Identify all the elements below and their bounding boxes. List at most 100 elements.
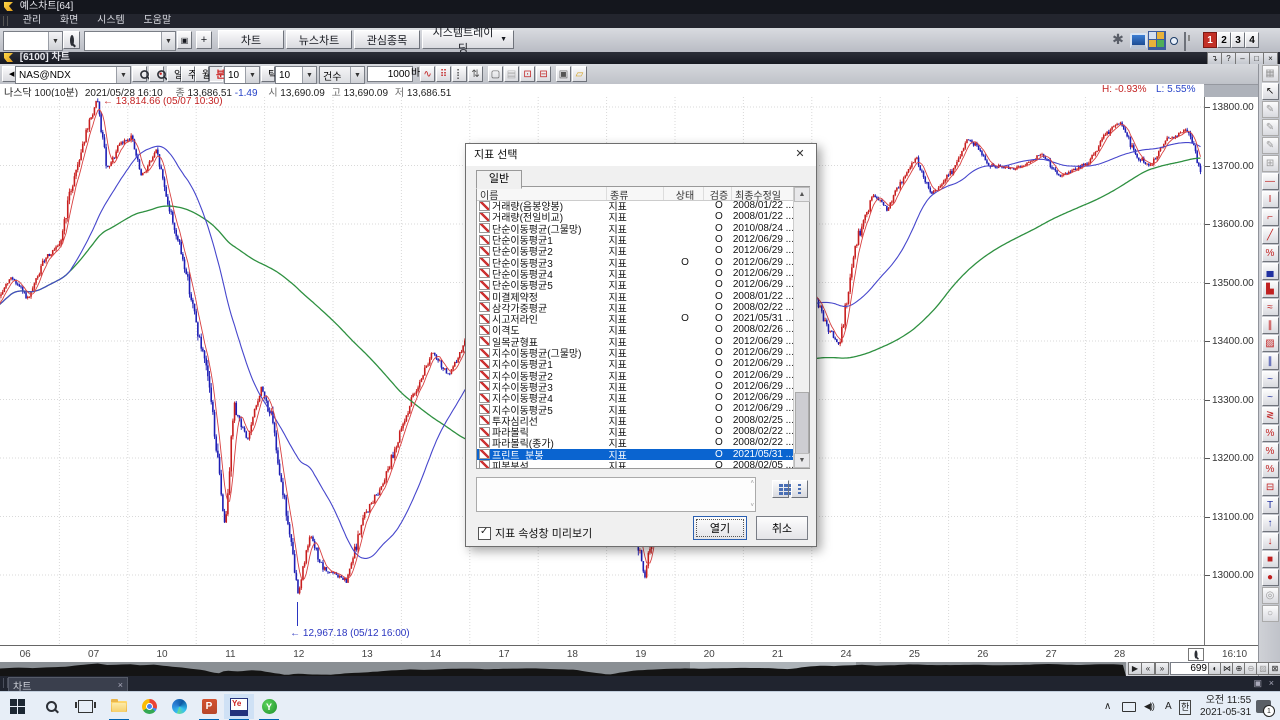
- chevron-down-icon[interactable]: ▼: [245, 67, 259, 83]
- chevron-down-icon[interactable]: ▼: [302, 67, 316, 83]
- info-tool-icon[interactable]: ○: [1262, 605, 1279, 622]
- period-tick-button[interactable]: 틱: [261, 66, 275, 82]
- reset-zoom-icon[interactable]: ⊠: [1268, 662, 1280, 675]
- step-line-tool-icon[interactable]: ⌐: [1262, 209, 1279, 226]
- printer-icon[interactable]: [1184, 32, 1186, 51]
- close-panel-icon[interactable]: ×: [1269, 678, 1274, 688]
- ellipse-tool-icon[interactable]: ●: [1262, 569, 1279, 586]
- ime-latin[interactable]: A: [1165, 692, 1172, 720]
- symbol-code-combo[interactable]: ▼: [3, 31, 63, 51]
- fibo3-tool-icon[interactable]: %: [1262, 461, 1279, 478]
- chevron-down-icon[interactable]: ▼: [116, 67, 130, 83]
- start-button[interactable]: [2, 694, 32, 719]
- bar-count-input[interactable]: [367, 66, 413, 82]
- arrow-down-tool-icon[interactable]: ↓: [1262, 533, 1279, 550]
- settings-gear-icon[interactable]: ✱: [1110, 31, 1126, 48]
- period-month-button[interactable]: 월: [195, 66, 209, 82]
- symbol-search-button[interactable]: [132, 66, 147, 82]
- menu-system[interactable]: 시스템: [89, 14, 133, 28]
- scrollbar-thumb[interactable]: [795, 392, 809, 456]
- stock-name-combo[interactable]: ▼: [84, 31, 176, 51]
- dialog-titlebar[interactable]: 지표 선택: [466, 144, 816, 166]
- column-type[interactable]: 종류: [607, 187, 664, 200]
- workspace-1-button[interactable]: 1: [1203, 32, 1217, 48]
- notification-button[interactable]: 1: [1256, 692, 1271, 720]
- curve-tool-icon[interactable]: ~: [1262, 371, 1279, 388]
- horizontal-line-tool-icon[interactable]: —: [1262, 173, 1279, 190]
- task-view-button[interactable]: [70, 694, 100, 719]
- fibo2-tool-icon[interactable]: %: [1262, 443, 1279, 460]
- yeschart-button[interactable]: Ye: [224, 694, 254, 719]
- tray-chevron[interactable]: ∧: [1104, 692, 1111, 720]
- cancel-button[interactable]: 취소: [756, 516, 808, 540]
- time-axis[interactable]: 16:10 0607101112131417181920212425262728: [0, 645, 1258, 663]
- indicator-row[interactable]: 피봇분석지표O2008/02/05 ...: [477, 460, 794, 468]
- dialog-tab-general[interactable]: 일반: [476, 170, 522, 189]
- desc-scroll-down-icon[interactable]: ˅: [750, 503, 754, 509]
- workspace-3-button[interactable]: 3: [1231, 32, 1245, 48]
- add-window-button[interactable]: +: [196, 31, 212, 49]
- chevron-down-icon[interactable]: ▼: [48, 32, 62, 50]
- volume-icon[interactable]: ◀)): [1144, 692, 1154, 720]
- scroll-down-icon[interactable]: ▼: [794, 453, 810, 468]
- chart-minimap[interactable]: ▶ « » ◐ ⋈ ⊕ ⊖ ▨ ⊠: [0, 662, 1258, 676]
- circle-tool-icon[interactable]: ◎: [1262, 587, 1279, 604]
- grid-tool-icon[interactable]: ▨: [1262, 335, 1279, 352]
- edge-button[interactable]: [164, 694, 194, 719]
- period-week-button[interactable]: 주: [181, 66, 195, 82]
- preview-checkbox[interactable]: 지표 속성창 미리보기: [478, 525, 592, 541]
- link-button[interactable]: ▣: [177, 31, 192, 49]
- list-view-button[interactable]: [791, 480, 808, 498]
- pencil2-tool-icon[interactable]: ✎: [1262, 119, 1279, 136]
- save-icon[interactable]: ▣: [556, 66, 571, 82]
- open-button[interactable]: 열기: [693, 516, 747, 540]
- channel-tool-icon[interactable]: ∥: [1262, 317, 1279, 334]
- back-arrow-button[interactable]: ◀: [2, 66, 16, 82]
- menu-help[interactable]: 도움말: [136, 14, 180, 28]
- system-trading-button[interactable]: 시스템트레이딩 ▼: [422, 30, 514, 49]
- network-icon[interactable]: [1122, 692, 1136, 720]
- workspace-2-button[interactable]: 2: [1217, 32, 1231, 48]
- fast-back-icon[interactable]: «: [1141, 662, 1155, 675]
- news-chart-button[interactable]: 뉴스차트: [286, 30, 352, 49]
- column-verify[interactable]: 검증: [704, 187, 732, 200]
- band-tool-icon[interactable]: ▄: [1262, 263, 1279, 280]
- chrome-button[interactable]: [134, 694, 164, 719]
- period-minute-button[interactable]: 분: [209, 66, 223, 82]
- export-chart-icon[interactable]: ⊡: [520, 66, 535, 82]
- monitor-icon[interactable]: [1130, 33, 1147, 49]
- visible-bars-input[interactable]: [1170, 662, 1210, 675]
- sort-updown-icon[interactable]: ⇅: [468, 66, 483, 82]
- symbol-combo[interactable]: NAS@NDX▼: [15, 66, 131, 84]
- watchlist-button[interactable]: 관심종목: [354, 30, 420, 49]
- minute-interval-combo[interactable]: 10▼: [224, 66, 260, 84]
- curve2-tool-icon[interactable]: ~: [1262, 389, 1279, 406]
- search-button[interactable]: [63, 31, 80, 49]
- line-overlay-icon[interactable]: ∿: [420, 66, 435, 82]
- column-modified[interactable]: 최종수정일: [732, 187, 794, 200]
- panel-grid-icon[interactable]: ▦: [1262, 65, 1279, 82]
- restore-icon[interactable]: ▣: [1253, 678, 1262, 689]
- open-folder-icon[interactable]: ▱: [572, 66, 587, 82]
- desc-scroll-up-icon[interactable]: ˄: [750, 480, 754, 486]
- scroll-right-icon[interactable]: ▶: [1128, 662, 1142, 675]
- print-icon[interactable]: ▤: [504, 66, 519, 82]
- tray-clock[interactable]: 오전 11:55 2021-05-31: [1200, 695, 1251, 720]
- powerpoint-button[interactable]: P: [194, 694, 224, 719]
- fib-layout-tool-icon[interactable]: ⊞: [1262, 155, 1279, 172]
- volume-icon[interactable]: ⡇: [452, 66, 467, 82]
- ime-korean[interactable]: 한: [1179, 700, 1191, 715]
- wave-tool-icon[interactable]: ≈: [1262, 299, 1279, 316]
- arrow-up-tool-icon[interactable]: ↑: [1262, 515, 1279, 532]
- new-doc-icon[interactable]: ▢: [488, 66, 503, 82]
- scroll-up-icon[interactable]: ▲: [794, 187, 810, 202]
- chart-tab-button[interactable]: 차트: [218, 30, 284, 49]
- vertical-line-tool-icon[interactable]: I: [1262, 191, 1279, 208]
- menu-screen[interactable]: 화면: [52, 14, 86, 28]
- percent-line-tool-icon[interactable]: %: [1262, 245, 1279, 262]
- layout-grid-icon[interactable]: [1148, 31, 1166, 50]
- column-status[interactable]: 상태: [664, 187, 704, 200]
- menu-manage[interactable]: 관리: [15, 14, 49, 28]
- grid-view-button[interactable]: [772, 480, 789, 498]
- chevron-down-icon[interactable]: ▼: [350, 67, 364, 83]
